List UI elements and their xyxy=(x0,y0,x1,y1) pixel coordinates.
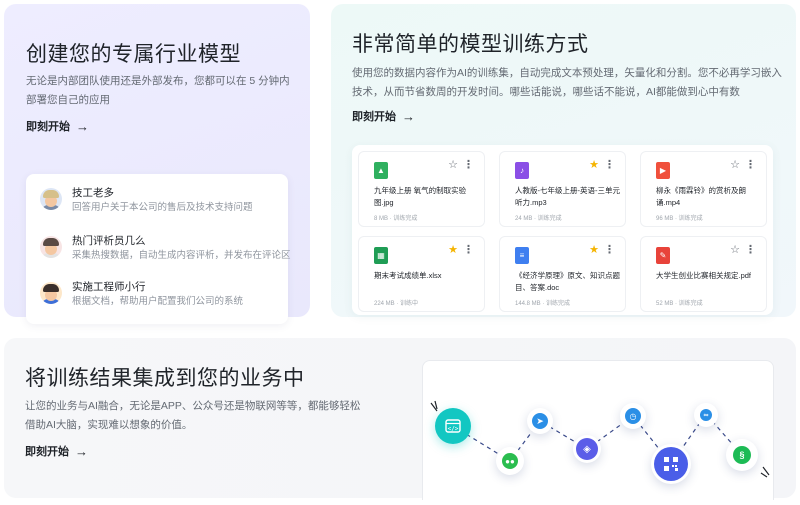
more-vertical-icon[interactable]: ⋮ xyxy=(745,245,756,256)
file-name: 九年级上册 氧气的制取实验图.jpg xyxy=(374,186,467,207)
training-start-label: 即刻开始 xyxy=(352,111,396,123)
file-meta: 224 MB · 训练中 xyxy=(374,301,419,307)
integration-description-line1: 让您的业务与AI融合，无论是APP、公众号还是物联网等等，都能够轻松 xyxy=(25,400,361,412)
file-meta: 8 MB · 训练完成 xyxy=(374,216,418,222)
more-vertical-icon[interactable]: ⋮ xyxy=(745,160,756,171)
wechat-icon[interactable]: ●● xyxy=(496,447,524,475)
file-name: 期末考试成绩单.xlsx xyxy=(374,271,442,280)
file-card[interactable]: ♪ ★ ⋮ 人教版-七年级上册-英语-三单元听力.mp3 24 MB · 训练完… xyxy=(499,151,626,227)
arrow-right-icon: → xyxy=(75,443,88,459)
integration-start-label: 即刻开始 xyxy=(25,446,69,458)
connector-lines xyxy=(430,400,770,478)
bot-description: 根据文档，帮助用户配置我们公司的系统 xyxy=(72,296,244,307)
star-outline-icon[interactable]: ☆ xyxy=(448,160,458,171)
pdf-file-icon: ✎ xyxy=(656,247,670,264)
custom-model-description: 无论是内部团队使用还是外部发布，您都可以在 5 分钟内 部署您自己的应用 xyxy=(26,72,306,110)
spreadsheet-file-icon: ▦ xyxy=(374,247,388,264)
file-name: 《经济学原理》原文、知识点题目、答案.doc xyxy=(515,271,620,292)
watch-icon[interactable]: ◷ xyxy=(620,403,646,429)
custom-model-title: 创建您的专属行业模型 xyxy=(26,43,241,66)
file-name: 人教版-七年级上册-英语-三单元听力.mp3 xyxy=(515,186,620,207)
file-card[interactable]: ≡ ★ ⋮ 《经济学原理》原文、知识点题目、答案.doc 144.8 MB · … xyxy=(499,236,626,312)
bot-item-worker[interactable]: 技工老多 回答用户关于本公司的售后及技术支持问题 xyxy=(40,186,253,216)
arrow-right-icon: → xyxy=(402,108,415,124)
file-grid: ▲ ☆ ⋮ 九年级上册 氧气的制取实验图.jpg 8 MB · 训练完成 ♪ ★… xyxy=(352,145,773,315)
code-window-icon[interactable]: </> xyxy=(435,408,471,444)
plugin-icon[interactable]: ◈ xyxy=(573,435,601,463)
more-vertical-icon[interactable]: ⋮ xyxy=(604,245,615,256)
svg-text:</>: </> xyxy=(448,426,459,433)
integration-title: 将训练结果集成到您的业务中 xyxy=(25,367,305,390)
bot-name: 实施工程师小行 xyxy=(72,281,146,293)
training-title: 非常简单的模型训练方式 xyxy=(352,33,589,56)
file-name: 大学生创业比赛相关规定.pdf xyxy=(656,271,752,280)
mini-program-icon[interactable]: § xyxy=(726,439,758,471)
document-file-icon: ≡ xyxy=(515,247,529,264)
bot-item-reviewer[interactable]: 热门评析员几么 采集热搜数据，自动生成内容评析，并发布在评论区 xyxy=(40,234,291,264)
bot-item-engineer[interactable]: 实施工程师小行 根据文档，帮助用户配置我们公司的系统 xyxy=(40,280,243,310)
file-meta: 144.8 MB · 训练完成 xyxy=(515,301,571,307)
worker-avatar xyxy=(40,188,62,210)
bot-name: 技工老多 xyxy=(72,187,114,199)
audio-file-icon: ♪ xyxy=(515,162,529,179)
file-meta: 52 MB · 训练完成 xyxy=(656,301,703,307)
custom-model-description-line2: 部署您自己的应用 xyxy=(26,94,110,106)
link-icon[interactable]: ∞ xyxy=(694,403,718,427)
more-vertical-icon[interactable]: ⋮ xyxy=(463,160,474,171)
file-meta: 96 MB · 训练完成 xyxy=(656,216,703,222)
training-description-line1: 使用您的数据内容作为AI的训练集，自动完成文本预处理，矢量化和分割。您不必再学习… xyxy=(352,67,782,79)
star-outline-icon[interactable]: ☆ xyxy=(730,160,740,171)
bird-icon[interactable]: ➤ xyxy=(527,408,553,434)
star-filled-icon[interactable]: ★ xyxy=(589,245,599,256)
qr-code-icon[interactable] xyxy=(651,444,691,484)
bot-description: 采集热搜数据，自动生成内容评析，并发布在评论区 xyxy=(72,250,291,261)
star-filled-icon[interactable]: ★ xyxy=(589,160,599,171)
more-vertical-icon[interactable]: ⋮ xyxy=(604,160,615,171)
more-vertical-icon[interactable]: ⋮ xyxy=(463,245,474,256)
reviewer-avatar xyxy=(40,236,62,258)
engineer-avatar xyxy=(40,282,62,304)
image-file-icon: ▲ xyxy=(374,162,388,179)
file-card[interactable]: ▲ ☆ ⋮ 九年级上册 氧气的制取实验图.jpg 8 MB · 训练完成 xyxy=(358,151,485,227)
training-description-line2: 技术，从而节省数周的开发时间。哪些话能说，哪些话不能说，AI都能做到心中有数 xyxy=(352,86,740,98)
custom-model-start-label: 即刻开始 xyxy=(26,121,70,133)
bot-description: 回答用户关于本公司的售后及技术支持问题 xyxy=(72,202,253,213)
integration-description: 让您的业务与AI融合，无论是APP、公众号还是物联网等等，都能够轻松 借助AI大… xyxy=(25,397,365,435)
bot-list: 技工老多 回答用户关于本公司的售后及技术支持问题 热门评析员几么 采集热搜数据，… xyxy=(26,174,291,324)
star-filled-icon[interactable]: ★ xyxy=(448,245,458,256)
file-card[interactable]: ✎ ☆ ⋮ 大学生创业比赛相关规定.pdf 52 MB · 训练完成 xyxy=(640,236,767,312)
integration-start-button[interactable]: 即刻开始 → xyxy=(25,443,88,459)
custom-model-start-button[interactable]: 即刻开始 → xyxy=(26,118,89,134)
custom-model-description-line1: 无论是内部团队使用还是外部发布，您都可以在 5 分钟内 xyxy=(26,75,290,87)
integration-description-line2: 借助AI大脑，实现难以想象的价值。 xyxy=(25,419,193,431)
file-meta: 24 MB · 训练完成 xyxy=(515,216,562,222)
video-file-icon: ▶ xyxy=(656,162,670,179)
file-name: 柳永《雨霖铃》的赏析及朗诵.mp4 xyxy=(656,186,746,207)
file-card[interactable]: ▶ ☆ ⋮ 柳永《雨霖铃》的赏析及朗诵.mp4 96 MB · 训练完成 xyxy=(640,151,767,227)
training-description: 使用您的数据内容作为AI的训练集，自动完成文本预处理，矢量化和分割。您不必再学习… xyxy=(352,64,792,102)
star-outline-icon[interactable]: ☆ xyxy=(730,245,740,256)
bot-name: 热门评析员几么 xyxy=(72,235,146,247)
file-card[interactable]: ▦ ★ ⋮ 期末考试成绩单.xlsx 224 MB · 训练中 xyxy=(358,236,485,312)
integration-graph: </> ●● ➤ ◈ ◷ ∞ § xyxy=(422,360,774,500)
arrow-right-icon: → xyxy=(76,118,89,134)
training-start-button[interactable]: 即刻开始 → xyxy=(352,108,415,124)
